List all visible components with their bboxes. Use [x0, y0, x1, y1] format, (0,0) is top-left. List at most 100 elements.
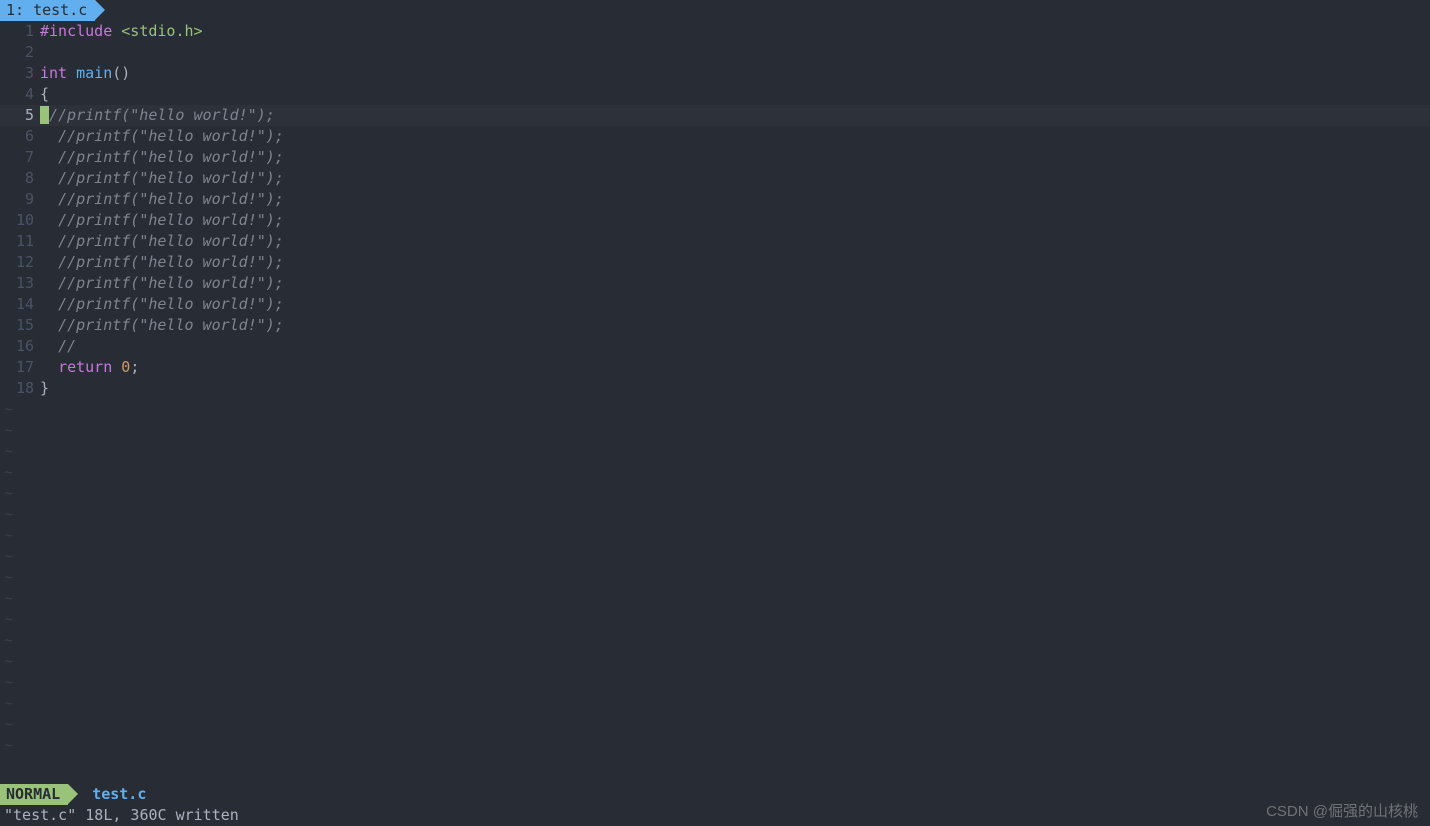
code-line[interactable]: 2	[0, 42, 1430, 63]
code-line[interactable]: 10 //printf("hello world!");	[0, 210, 1430, 231]
status-bar: NORMAL test.c	[0, 784, 1430, 805]
mode-indicator: NORMAL	[0, 784, 68, 805]
line-number: 5	[0, 105, 40, 126]
empty-line: ~	[0, 504, 1430, 525]
code-content: //printf("hello world!");	[40, 294, 1430, 315]
tilde-icon: ~	[0, 462, 13, 483]
tilde-icon: ~	[0, 651, 13, 672]
tab-index: 1	[6, 0, 15, 21]
tab-filename: test.c	[33, 0, 87, 21]
tilde-icon: ~	[0, 735, 13, 756]
empty-line: ~	[0, 399, 1430, 420]
code-line[interactable]: 17 return 0;	[0, 357, 1430, 378]
code-content: //printf("hello world!");	[40, 315, 1430, 336]
line-number: 4	[0, 84, 40, 105]
code-line[interactable]: 13 //printf("hello world!");	[0, 273, 1430, 294]
code-line[interactable]: 6 //printf("hello world!");	[0, 126, 1430, 147]
empty-line: ~	[0, 693, 1430, 714]
tilde-icon: ~	[0, 630, 13, 651]
line-number: 2	[0, 42, 40, 63]
line-number: 11	[0, 231, 40, 252]
empty-line: ~	[0, 462, 1430, 483]
cursor	[40, 106, 49, 124]
status-filename: test.c	[68, 784, 146, 805]
tab-bar: 1: test.c	[0, 0, 1430, 21]
code-content: //printf("hello world!");	[40, 189, 1430, 210]
empty-line: ~	[0, 588, 1430, 609]
code-line[interactable]: 3int main()	[0, 63, 1430, 84]
code-line[interactable]: 12 //printf("hello world!");	[0, 252, 1430, 273]
code-content: //printf("hello world!");	[40, 168, 1430, 189]
code-content: return 0;	[40, 357, 1430, 378]
code-line[interactable]: 14 //printf("hello world!");	[0, 294, 1430, 315]
code-line[interactable]: 7 //printf("hello world!");	[0, 147, 1430, 168]
code-line[interactable]: 11 //printf("hello world!");	[0, 231, 1430, 252]
tilde-icon: ~	[0, 693, 13, 714]
line-number: 1	[0, 21, 40, 42]
code-content: //printf("hello world!");	[40, 126, 1430, 147]
code-content	[40, 42, 1430, 63]
empty-line: ~	[0, 483, 1430, 504]
tilde-icon: ~	[0, 714, 13, 735]
code-line[interactable]: 9 //printf("hello world!");	[0, 189, 1430, 210]
code-line[interactable]: 8 //printf("hello world!");	[0, 168, 1430, 189]
line-number: 3	[0, 63, 40, 84]
tilde-icon: ~	[0, 420, 13, 441]
code-line[interactable]: 5//printf("hello world!");	[0, 105, 1430, 126]
tilde-icon: ~	[0, 441, 13, 462]
empty-line: ~	[0, 567, 1430, 588]
tilde-icon: ~	[0, 504, 13, 525]
line-number: 12	[0, 252, 40, 273]
code-line[interactable]: 1#include <stdio.h>	[0, 21, 1430, 42]
code-content: //printf("hello world!");	[40, 147, 1430, 168]
line-number: 6	[0, 126, 40, 147]
empty-line: ~	[0, 546, 1430, 567]
code-line[interactable]: 15 //printf("hello world!");	[0, 315, 1430, 336]
code-line[interactable]: 18}	[0, 378, 1430, 399]
line-number: 18	[0, 378, 40, 399]
buffer-tab[interactable]: 1: test.c	[0, 0, 95, 21]
empty-line: ~	[0, 420, 1430, 441]
code-line[interactable]: 16 //	[0, 336, 1430, 357]
empty-line: ~	[0, 672, 1430, 693]
code-content: #include <stdio.h>	[40, 21, 1430, 42]
empty-line: ~	[0, 651, 1430, 672]
line-number: 9	[0, 189, 40, 210]
code-content: int main()	[40, 63, 1430, 84]
empty-line: ~	[0, 525, 1430, 546]
line-number: 17	[0, 357, 40, 378]
command-line[interactable]: "test.c" 18L, 360C written	[0, 805, 1430, 826]
line-number: 14	[0, 294, 40, 315]
line-number: 16	[0, 336, 40, 357]
code-content: //printf("hello world!");	[40, 231, 1430, 252]
empty-line: ~	[0, 609, 1430, 630]
line-number: 10	[0, 210, 40, 231]
tilde-icon: ~	[0, 546, 13, 567]
code-content: }	[40, 378, 1430, 399]
line-number: 15	[0, 315, 40, 336]
line-number: 13	[0, 273, 40, 294]
mode-text: NORMAL	[6, 784, 60, 805]
command-message: "test.c" 18L, 360C written	[4, 805, 239, 826]
empty-line: ~	[0, 441, 1430, 462]
code-content: {	[40, 84, 1430, 105]
editor-area[interactable]: 1#include <stdio.h>23int main()4{5//prin…	[0, 21, 1430, 784]
code-content: //printf("hello world!");	[40, 210, 1430, 231]
code-content: //printf("hello world!");	[40, 252, 1430, 273]
tilde-icon: ~	[0, 609, 13, 630]
code-content: //printf("hello world!");	[40, 105, 1430, 126]
line-number: 7	[0, 147, 40, 168]
empty-line: ~	[0, 630, 1430, 651]
empty-line: ~	[0, 735, 1430, 756]
code-content: //	[40, 336, 1430, 357]
tilde-icon: ~	[0, 672, 13, 693]
empty-line: ~	[0, 714, 1430, 735]
code-line[interactable]: 4{	[0, 84, 1430, 105]
tilde-icon: ~	[0, 525, 13, 546]
code-content: //printf("hello world!");	[40, 273, 1430, 294]
line-number: 8	[0, 168, 40, 189]
tilde-icon: ~	[0, 567, 13, 588]
tilde-icon: ~	[0, 483, 13, 504]
tilde-icon: ~	[0, 588, 13, 609]
tilde-icon: ~	[0, 399, 13, 420]
